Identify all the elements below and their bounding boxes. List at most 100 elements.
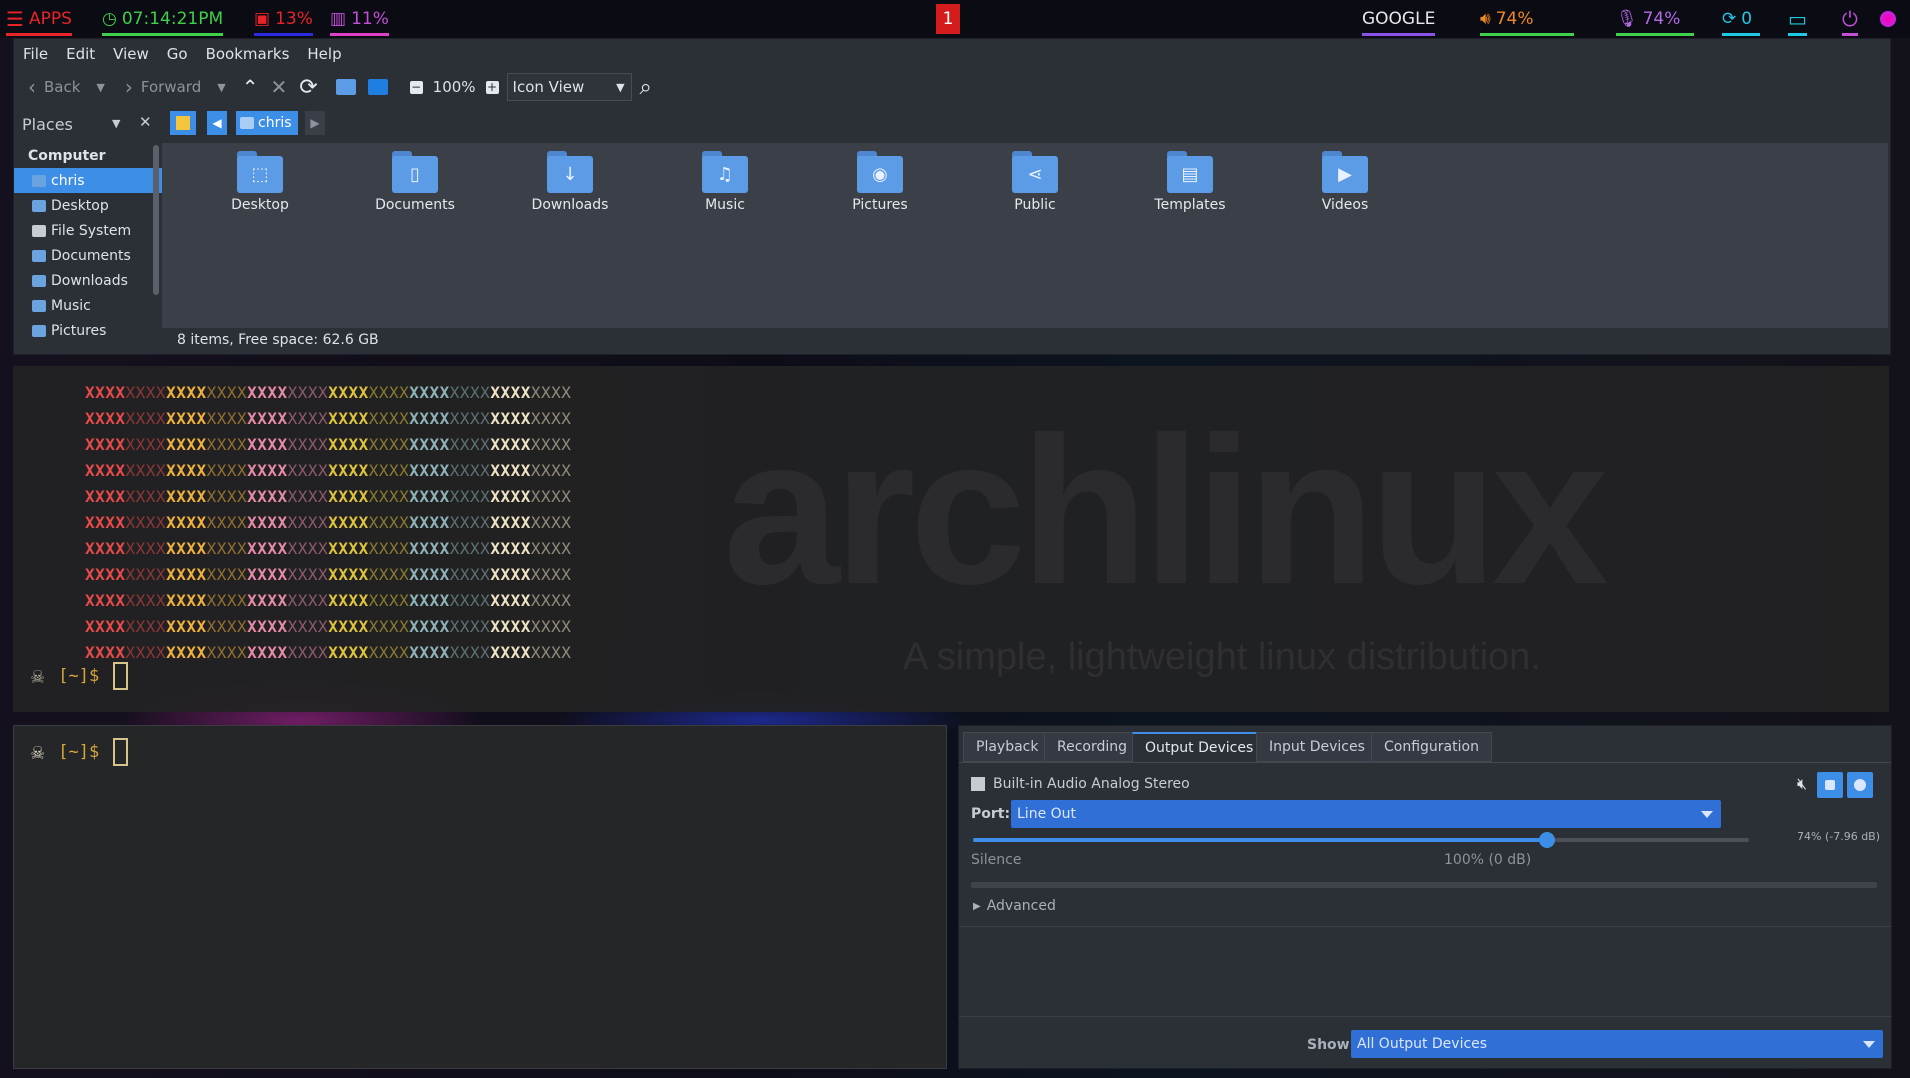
terminal-top[interactable]: archlinux A simple, lightweight linux di…: [13, 366, 1889, 712]
up-icon[interactable]: ⌃: [242, 75, 259, 99]
sidebar-item-downloads[interactable]: Downloads: [14, 268, 164, 293]
forward-label: Forward: [140, 78, 202, 96]
folder-music[interactable]: ♫ Music: [655, 151, 795, 213]
volume-slider-fill: [973, 838, 1548, 842]
menu-help[interactable]: Help: [298, 45, 350, 63]
tab-output-devices[interactable]: Output Devices: [1132, 732, 1267, 763]
clock-text: 07:14:21PM: [121, 9, 224, 29]
mic-widget[interactable]: 🎙︎ 74%: [1616, 6, 1694, 36]
search-icon[interactable]: ⌕: [640, 75, 652, 100]
set-default-button[interactable]: [1847, 772, 1873, 798]
back-arrow-icon: ‹: [28, 75, 36, 99]
folder-documents[interactable]: ▯ Documents: [345, 151, 485, 213]
color-pattern-row: XXXXXXXXXXXXXXXXXXXXXXXXXXXXXXXXXXXXXXXX…: [85, 643, 572, 662]
volume-readout: 74% (-7.96 dB): [1797, 830, 1881, 843]
menu-file[interactable]: File: [14, 45, 57, 63]
mute-icon[interactable]: 🔇︎: [1797, 774, 1807, 794]
arch-tagline-watermark: A simple, lightweight linux distribution…: [903, 636, 1541, 678]
sidebar-item-desktop[interactable]: Desktop: [14, 193, 164, 218]
peak-meter: [971, 882, 1877, 888]
edit-location-button[interactable]: [170, 111, 196, 135]
volume-slider-track[interactable]: [973, 832, 1749, 848]
stop-icon[interactable]: ✕: [270, 75, 287, 99]
zoom-out-icon[interactable]: −: [409, 80, 423, 94]
pencil-icon: [176, 116, 190, 130]
view-mode-select[interactable]: Icon View ▼: [506, 73, 632, 101]
workspace-indicator[interactable]: 1: [936, 4, 960, 34]
folder-videos[interactable]: ▶ Videos: [1275, 151, 1415, 213]
desktop-icon: [32, 199, 46, 212]
expander-arrow-icon: ▶: [973, 900, 981, 912]
path-left-arrow-icon[interactable]: ◀: [207, 111, 227, 135]
sidebar-scrollbar[interactable]: [153, 145, 159, 295]
color-pattern-row: XXXXXXXXXXXXXXXXXXXXXXXXXXXXXXXXXXXXXXXX…: [85, 461, 572, 480]
color-pattern-row: XXXXXXXXXXXXXXXXXXXXXXXXXXXXXXXXXXXXXXXX…: [85, 565, 572, 584]
updates-widget[interactable]: ⟳ 0: [1722, 6, 1760, 36]
display-widget[interactable]: ▭: [1788, 6, 1807, 36]
skull-icon: ☠: [31, 663, 45, 689]
computer-icon[interactable]: [367, 79, 388, 95]
menu-edit[interactable]: Edit: [57, 45, 104, 63]
hamburger-icon: ☰: [6, 7, 24, 31]
chevron-down-icon: ▼: [616, 80, 625, 94]
tab-recording[interactable]: Recording: [1044, 732, 1141, 762]
forward-button[interactable]: › Forward ▼: [125, 75, 226, 99]
sidebar-item-filesystem[interactable]: File System: [14, 218, 164, 243]
sidebar-item-chris[interactable]: chris: [14, 168, 164, 193]
folder-downloads[interactable]: ↓ Downloads: [500, 151, 640, 213]
terminal-bottom[interactable]: ☠ [~]$: [13, 725, 947, 1069]
close-sidebar-icon[interactable]: ✕: [139, 113, 152, 131]
home-folder-icon[interactable]: [335, 79, 356, 95]
desktop-icon: ⬚: [237, 156, 283, 193]
app-launcher-icon[interactable]: [1880, 6, 1896, 32]
lock-channels-button[interactable]: [1817, 772, 1843, 798]
folder-templates[interactable]: ▤ Templates: [1120, 151, 1260, 213]
advanced-expander[interactable]: ▶ Advanced: [973, 898, 1056, 914]
folder-desktop[interactable]: ⬚ Desktop: [190, 151, 330, 213]
port-select[interactable]: Line Out: [1011, 800, 1721, 828]
sidebar-heading: Computer: [28, 147, 106, 164]
tab-input-devices[interactable]: Input Devices: [1256, 732, 1378, 762]
tab-configuration[interactable]: Configuration: [1371, 732, 1492, 762]
template-icon: ▤: [1167, 156, 1213, 193]
folder-public[interactable]: ⋖ Public: [965, 151, 1105, 213]
menu-view[interactable]: View: [104, 45, 158, 63]
show-select[interactable]: All Output Devices: [1351, 1030, 1883, 1058]
folder-icon: [32, 274, 46, 287]
path-button-chris[interactable]: chris: [236, 111, 298, 135]
back-button[interactable]: ‹ Back ▼: [28, 75, 105, 99]
clock-widget[interactable]: ◷ 07:14:21PM: [102, 6, 224, 36]
power-widget[interactable]: ⏻: [1842, 6, 1858, 36]
sidebar-item-label: Pictures: [51, 322, 107, 339]
document-icon: ▯: [392, 156, 438, 193]
home-icon: [32, 174, 46, 187]
path-right-arrow-icon[interactable]: ▶: [305, 111, 325, 135]
google-widget[interactable]: GOOGLE: [1362, 6, 1436, 36]
apps-menu[interactable]: ☰ APPS: [6, 6, 72, 36]
sidebar-item-pictures[interactable]: Pictures: [14, 318, 164, 343]
cpu-text: 13%: [275, 9, 313, 29]
menu-go[interactable]: Go: [158, 45, 197, 63]
folder-pictures[interactable]: ◉ Pictures: [810, 151, 950, 213]
volume-widget[interactable]: 🔊︎ 74%: [1480, 6, 1574, 36]
share-icon: ⋖: [1012, 156, 1058, 193]
silence-label: Silence: [971, 852, 1022, 868]
places-label: Places: [22, 115, 73, 134]
zoom-in-icon[interactable]: +: [485, 80, 499, 94]
tab-playback[interactable]: Playback: [963, 732, 1052, 762]
sidebar-item-music[interactable]: Music: [14, 293, 164, 318]
menu-bookmarks[interactable]: Bookmarks: [197, 45, 299, 63]
menu-bar: File Edit View Go Bookmarks Help: [14, 39, 1890, 69]
icon-view: ⬚ Desktop ▯ Documents ↓ Downloads ♫ Music ◉ P…: [162, 143, 1888, 328]
color-pattern-row: XXXXXXXXXXXXXXXXXXXXXXXXXXXXXXXXXXXXXXXX…: [85, 409, 572, 428]
reload-icon[interactable]: ⟳: [299, 75, 317, 100]
tab-label: Input Devices: [1269, 739, 1365, 755]
cpu-icon: ▣: [254, 9, 271, 29]
sidebar-item-documents[interactable]: Documents: [14, 243, 164, 268]
places-dropdown-icon[interactable]: ▼: [112, 117, 120, 130]
drive-icon: [32, 224, 46, 237]
workspace-number: 1: [942, 9, 954, 29]
volume-slider-handle[interactable]: [1539, 832, 1556, 848]
prompt-text: [~]$: [58, 666, 100, 686]
back-dropdown-icon: ▼: [96, 80, 105, 94]
